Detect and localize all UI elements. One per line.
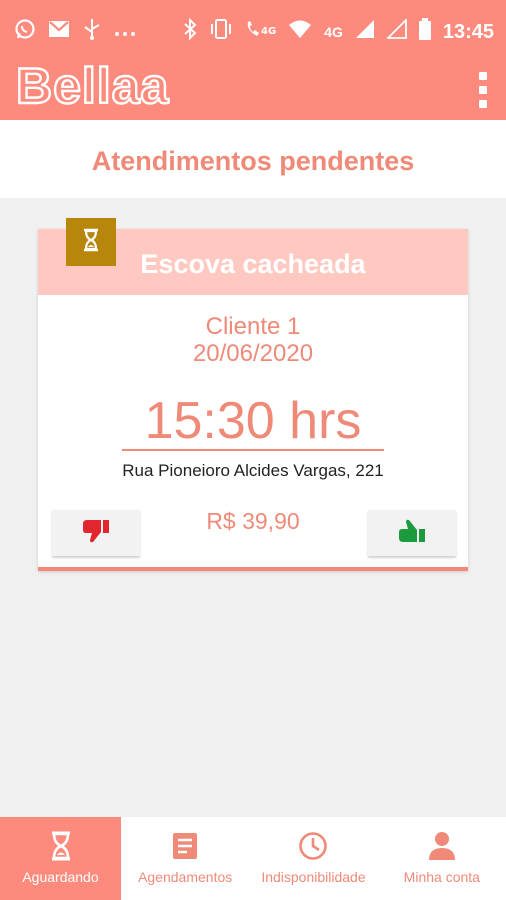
bottom-navigation: Aguardando Agendamentos Indisponibilidad… [0,817,506,900]
nav-item-indisponibilidade[interactable]: Indisponibilidade [249,817,377,900]
menu-dot [479,100,487,108]
client-name: Cliente 1 [205,313,301,340]
gmail-icon [48,20,70,44]
nav-item-aguardando[interactable]: Aguardando [0,817,121,900]
page-title: Atendimentos pendentes [91,146,415,176]
nav-label-indisponibilidade: Indisponibilidade [261,869,366,885]
appointment-time: 15:30 hrs [122,391,384,451]
appointment-date: 20/06/2020 [192,340,314,367]
menu-dot [479,72,487,80]
app-bar: Bellaa [0,56,506,120]
page-title-bar: Atendimentos pendentes [0,120,506,198]
bluetooth-icon [183,17,197,46]
battery-icon [418,18,431,46]
wifi-icon [288,19,312,45]
list-icon [170,831,200,861]
clock-icon [298,831,328,861]
thumbs-up-icon [397,518,427,549]
pending-status-badge [66,218,116,266]
nav-item-agendamentos[interactable]: Agendamentos [121,817,249,900]
reject-button[interactable] [52,510,140,556]
whatsapp-icon [14,18,36,46]
signal-empty-icon [385,17,407,45]
volte-network-label: 4G [260,26,277,37]
appointment-card[interactable]: Escova cacheada Cliente 1 20/06/2020 15:… [38,229,468,571]
thumbs-down-icon [81,518,111,549]
overflow-menu-button[interactable] [476,72,490,108]
accept-button[interactable] [368,510,456,556]
person-icon [427,831,457,861]
nav-label-agendamentos: Agendamentos [138,869,233,885]
network-type-label: 4G [324,24,343,40]
status-time: 13:45 [442,20,494,43]
hourglass-icon [46,831,76,861]
menu-dot [479,86,487,94]
usb-icon [82,18,102,46]
vibrate-icon [209,18,233,46]
nav-item-minha-conta[interactable]: Minha conta [378,817,506,900]
hourglass-icon [82,228,100,257]
appointment-address: Rua Pioneioro Alcides Vargas, 221 [122,461,384,480]
nav-label-minha-conta: Minha conta [403,869,480,885]
more-icon [114,20,136,44]
nav-label-aguardando: Aguardando [22,869,99,885]
signal-icon [355,19,375,45]
volte-icon: 4G [245,20,276,44]
status-bar: 4G 4G 13:45 [0,0,506,62]
app-logo: Bellaa [15,57,170,115]
